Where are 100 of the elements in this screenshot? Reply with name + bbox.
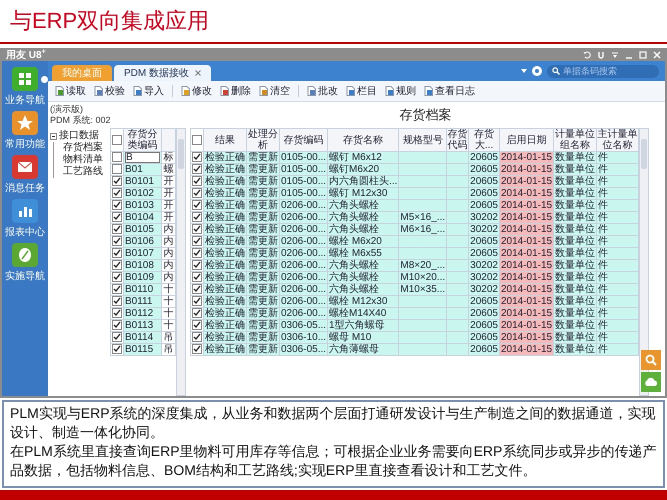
checkbox[interactable] <box>112 332 122 342</box>
table-cell: 件 <box>598 236 608 247</box>
toolbar-button[interactable]: 清空 <box>256 84 293 98</box>
checkbox[interactable] <box>192 164 202 174</box>
checkbox[interactable] <box>112 236 122 246</box>
tree-item[interactable]: 工艺路线 <box>53 166 106 178</box>
checkbox[interactable] <box>192 188 202 198</box>
checkbox[interactable] <box>192 344 202 354</box>
tree-item[interactable]: 物料清单 <box>53 154 106 166</box>
collapse-icon[interactable] <box>50 132 57 140</box>
checkbox[interactable] <box>192 200 202 210</box>
tree-item[interactable]: 存货档案 <box>53 142 106 154</box>
table-cell: 数量单位 <box>555 284 596 295</box>
checkbox[interactable] <box>112 134 122 145</box>
checkbox[interactable] <box>192 284 202 294</box>
edition-label: (演示版) <box>50 104 84 115</box>
checkbox[interactable] <box>192 248 202 258</box>
table-cell: 内 <box>163 272 174 283</box>
table-cell: 数量单位 <box>555 176 596 187</box>
document-icon <box>133 86 142 96</box>
checkbox[interactable] <box>112 224 122 234</box>
checkbox[interactable] <box>112 152 122 162</box>
table-cell: B0110 <box>125 284 154 295</box>
maximize-icon[interactable] <box>639 50 647 58</box>
table-cell: 0206-00... <box>281 296 326 307</box>
sidebar-item[interactable]: 业务导航 <box>5 93 45 107</box>
sidebar-item[interactable]: 常用功能 <box>5 137 45 151</box>
checkbox[interactable] <box>112 320 122 330</box>
checkbox[interactable] <box>192 260 202 270</box>
magnet-icon[interactable] <box>597 50 605 58</box>
table-cell: 2014-01-15 <box>500 224 552 235</box>
table-cell: 2014-01-15 <box>500 152 552 163</box>
sidebar-item[interactable]: 报表中心 <box>5 225 45 239</box>
toolbar-button[interactable]: 校验 <box>91 84 128 98</box>
toolbar-button[interactable]: 栏目 <box>343 84 380 98</box>
checkbox[interactable] <box>112 260 122 270</box>
table-cell: 十 <box>163 284 174 295</box>
checkbox[interactable] <box>192 224 202 234</box>
column-header[interactable]: 存货大... <box>469 129 499 151</box>
table-cell: 件 <box>598 248 608 259</box>
checkbox[interactable] <box>192 296 202 306</box>
toolbar-button[interactable]: 规则 <box>382 84 419 98</box>
checkbox[interactable] <box>112 200 122 210</box>
toolbar-button[interactable]: 修改 <box>178 84 215 98</box>
checkbox[interactable] <box>192 332 202 342</box>
search-field[interactable]: 单据条码搜索 <box>547 64 659 78</box>
checkbox[interactable] <box>192 152 202 162</box>
column-header[interactable]: 处理分析 <box>247 129 279 151</box>
toolbar-button[interactable]: 删除 <box>217 84 254 98</box>
table-cell: 30202 <box>470 272 498 283</box>
table-cell: 件 <box>598 344 608 355</box>
table-cell: 开 <box>163 212 174 223</box>
checkbox[interactable] <box>192 308 202 318</box>
table-cell: 需更新 <box>248 296 278 307</box>
sidebar-item[interactable]: 实施导航 <box>5 269 45 283</box>
checkbox[interactable] <box>192 236 202 246</box>
checkbox[interactable] <box>112 176 122 186</box>
checkbox[interactable] <box>192 134 202 145</box>
column-header[interactable]: 主计量单位名称 <box>597 129 638 151</box>
column-header[interactable]: 存货代码 <box>447 129 468 151</box>
column-header[interactable]: 计量单位组名称 <box>554 129 596 151</box>
envelope-icon <box>12 155 38 179</box>
tree-item[interactable]: 接口数据 <box>59 130 99 142</box>
cloud-button[interactable] <box>641 372 661 392</box>
checkbox[interactable] <box>112 188 122 198</box>
table-cell: 需更新 <box>248 176 278 187</box>
input-field[interactable]: B <box>125 152 160 163</box>
dropdown-icon[interactable] <box>611 50 619 58</box>
sidebar-item[interactable]: 消息任务 <box>5 181 45 195</box>
table-cell: 需更新 <box>248 200 278 211</box>
checkbox[interactable] <box>192 320 202 330</box>
toolbar-button[interactable]: 导入 <box>130 84 167 98</box>
checkbox[interactable] <box>112 164 122 174</box>
checkbox[interactable] <box>192 272 202 282</box>
checkbox[interactable] <box>112 284 122 294</box>
system-label: PDM 系统: 002 <box>50 115 112 126</box>
table-cell: 2014-01-15 <box>500 212 552 223</box>
table-cell: 数量单位 <box>555 236 596 247</box>
caret-icon[interactable] <box>521 69 527 73</box>
checkbox[interactable] <box>112 212 122 222</box>
document-icon <box>220 86 229 96</box>
checkbox[interactable] <box>112 248 122 258</box>
scrollbar[interactable] <box>176 128 186 396</box>
checkbox[interactable] <box>112 272 122 282</box>
table-cell: 2014-01-15 <box>500 236 552 247</box>
checkbox[interactable] <box>192 212 202 222</box>
undo-icon[interactable] <box>583 50 591 58</box>
table-cell: 数量单位 <box>555 200 596 211</box>
toolbar-button[interactable]: 批改 <box>304 84 341 98</box>
table-cell: 0206-00... <box>281 308 326 319</box>
toolbar-button[interactable]: 查看日志 <box>421 84 478 98</box>
toolbar-button[interactable]: 读取 <box>52 84 89 98</box>
slide-title: 与ERP双向集成应用 <box>10 7 210 35</box>
column-header[interactable]: 存货分类编码 <box>124 128 162 152</box>
checkbox[interactable] <box>192 176 202 186</box>
checkbox[interactable] <box>112 296 122 306</box>
close-icon[interactable] <box>195 70 201 76</box>
tab[interactable]: PDM 数据接收 <box>114 65 211 81</box>
checkbox[interactable] <box>112 308 122 318</box>
checkbox[interactable] <box>112 344 122 354</box>
